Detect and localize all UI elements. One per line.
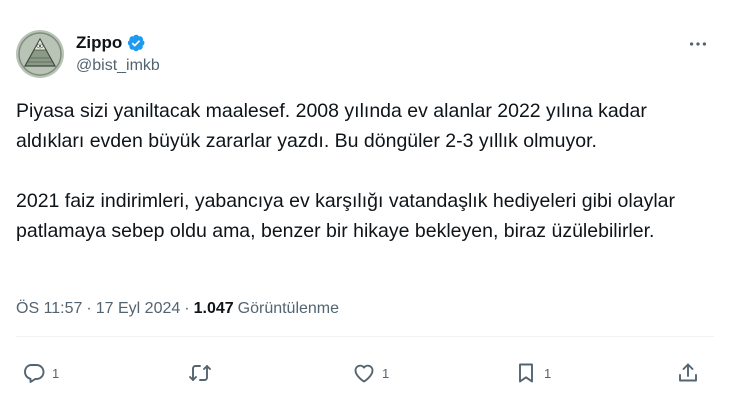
author-handle[interactable]: @bist_imkb (76, 57, 160, 75)
tweet-date-link[interactable]: 17 Eyl 2024 (96, 300, 181, 318)
views-label: Görüntülenme (237, 300, 340, 317)
divider (16, 336, 714, 337)
bookmark-button[interactable]: 1 (514, 360, 551, 386)
author-name-row: Zippo (76, 33, 146, 53)
action-bar: 1 1 1 (22, 360, 710, 386)
tweet-meta: ÖS 11:57 · 17 Eyl 2024 · 1.047 Görüntüle… (16, 300, 339, 318)
like-count: 1 (382, 365, 390, 381)
tweet-paragraph: 2021 faiz indirimleri, yabancıya ev karş… (16, 190, 675, 242)
tweet-card: Zippo @bist_imkb Piyasa sizi yaniltacak … (0, 0, 730, 420)
tweet-paragraph: Piyasa sizi yaniltacak maalesef. 2008 yı… (16, 100, 647, 152)
reply-count: 1 (52, 365, 60, 381)
bookmark-count: 1 (544, 365, 552, 381)
retweet-icon (189, 365, 211, 381)
more-options-button[interactable] (680, 30, 716, 58)
avatar[interactable] (16, 30, 64, 78)
pyramid-eye-avatar-image (16, 30, 64, 78)
verified-badge-icon[interactable] (126, 33, 146, 53)
like-button[interactable]: 1 (352, 360, 389, 386)
meta-separator: · (86, 300, 92, 317)
meta-separator: · (184, 300, 190, 317)
retweet-button[interactable] (188, 360, 218, 386)
tweet-text: Piyasa sizi yaniltacak maalesef. 2008 yı… (16, 96, 706, 246)
share-upload-icon (679, 363, 697, 382)
reply-bubble-icon (24, 364, 45, 383)
reply-button[interactable]: 1 (22, 360, 59, 386)
display-name[interactable]: Zippo (76, 33, 122, 53)
more-dots-icon (689, 42, 707, 46)
share-button[interactable] (676, 360, 700, 386)
tweet-time-link[interactable]: ÖS 11:57 (16, 300, 82, 318)
views-count: 1.047 (193, 300, 234, 317)
bookmark-icon (519, 363, 533, 383)
heart-icon (354, 364, 374, 383)
